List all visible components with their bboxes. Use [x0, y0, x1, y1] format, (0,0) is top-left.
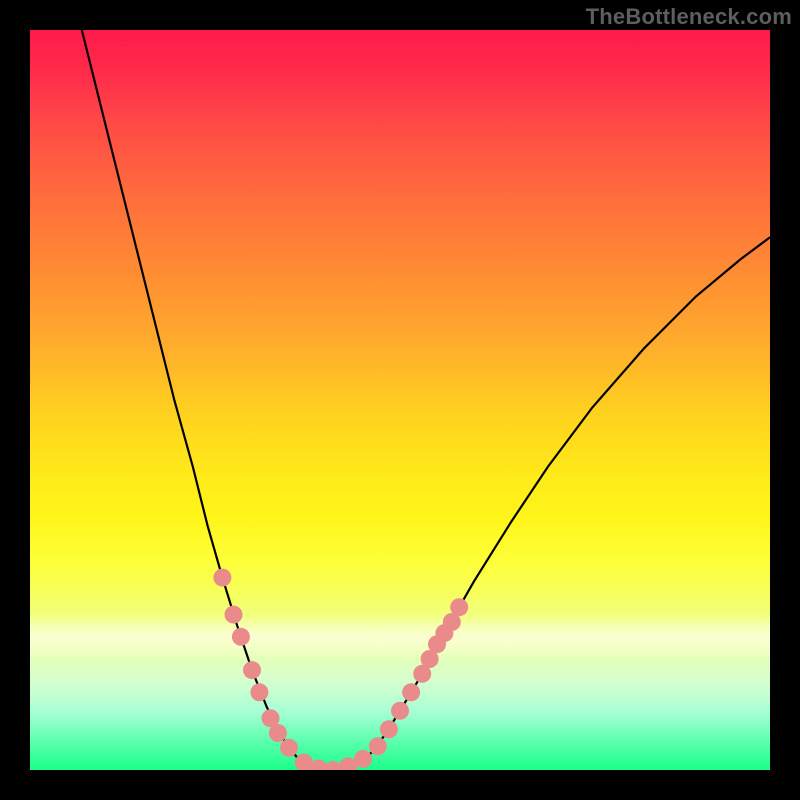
data-dot — [402, 683, 420, 701]
chart-overlay — [30, 30, 770, 770]
data-dot — [450, 598, 468, 616]
data-dot — [391, 702, 409, 720]
data-dot — [243, 661, 261, 679]
plot-area — [30, 30, 770, 770]
data-dot — [269, 724, 287, 742]
data-dot — [369, 737, 387, 755]
data-dot — [280, 739, 298, 757]
data-dot — [250, 683, 268, 701]
data-dot — [225, 606, 243, 624]
chart-frame: TheBottleneck.com — [0, 0, 800, 800]
watermark-text: TheBottleneck.com — [586, 4, 792, 30]
data-dot — [232, 628, 250, 646]
data-dot — [380, 720, 398, 738]
data-dot — [354, 750, 372, 768]
data-dots — [213, 569, 468, 770]
data-dot — [213, 569, 231, 587]
